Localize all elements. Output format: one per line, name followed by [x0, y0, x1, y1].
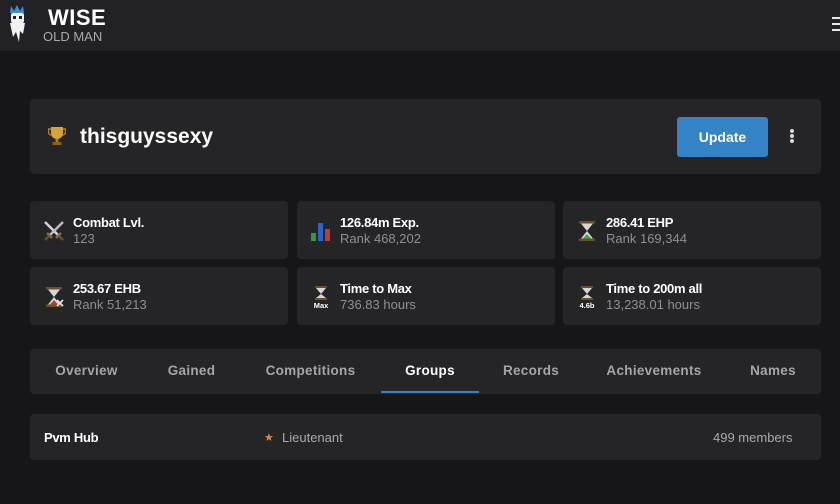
group-member-count: 499 members [713, 430, 793, 445]
tab-records[interactable]: Records [479, 349, 583, 394]
wise-old-man-logo-icon[interactable] [8, 4, 30, 46]
stat-card-ehb: 253.67 EHB Rank 51,213 [30, 267, 288, 325]
bar-chart-icon [311, 223, 330, 241]
stat-card-exp: 126.84m Exp. Rank 468,202 [297, 201, 555, 259]
trophy-icon [48, 127, 66, 145]
player-header: thisguyssexy Update [30, 99, 821, 174]
update-button[interactable]: Update [677, 117, 768, 157]
tab-overview[interactable]: Overview [30, 349, 143, 394]
stat-value: Rank 169,344 [606, 231, 687, 246]
stat-title: 126.84m Exp. [340, 215, 419, 230]
hourglass-badge: Max [314, 301, 329, 309]
swords-icon [44, 221, 64, 241]
tab-competitions[interactable]: Competitions [240, 349, 381, 394]
hourglass-badge: 4.6b [579, 301, 594, 309]
stat-card-ehp: 286.41 EHP Rank 169,344 [563, 201, 821, 259]
player-name: thisguyssexy [80, 125, 214, 148]
hourglass-200m-icon: 4.6b [579, 286, 595, 309]
stat-title: 253.67 EHB [73, 281, 141, 296]
stat-card-time-to-max: Max Time to Max 736.83 hours [297, 267, 555, 325]
tab-gained[interactable]: Gained [143, 349, 240, 394]
profile-tabs: Overview Gained Competitions Groups Reco… [30, 349, 821, 394]
role-star-icon: ★ [264, 432, 274, 444]
stat-value: Rank 51,213 [73, 297, 147, 312]
table-row[interactable]: Pvm Hub ★ Lieutenant 499 members [30, 414, 821, 460]
stat-title: Time to Max [340, 281, 412, 296]
stat-value: 736.83 hours [340, 297, 416, 312]
stat-value: 13,238.01 hours [606, 297, 700, 312]
hourglass-red-icon [46, 287, 64, 307]
hamburger-menu-icon[interactable] [832, 17, 840, 31]
hourglass-max-icon: Max [314, 286, 329, 309]
top-bar: WISE OLD MAN [0, 0, 840, 52]
stat-title: Time to 200m all [606, 281, 703, 296]
stat-value: Rank 468,202 [340, 231, 421, 246]
tab-names[interactable]: Names [725, 349, 821, 394]
stat-card-combat: Combat Lvl. 123 [30, 201, 288, 259]
group-name[interactable]: Pvm Hub [44, 430, 99, 445]
app-subtitle: OLD MAN [43, 29, 103, 44]
group-role: Lieutenant [282, 430, 343, 445]
stat-title: 286.41 EHP [606, 215, 674, 230]
app-title[interactable]: WISE [48, 5, 106, 31]
tab-groups[interactable]: Groups [381, 349, 479, 394]
more-options-icon[interactable] [785, 125, 799, 147]
hourglass-green-icon [579, 221, 595, 241]
stat-title: Combat Lvl. [73, 215, 145, 230]
tab-achievements[interactable]: Achievements [583, 349, 725, 394]
stat-card-time-to-200m: 4.6b Time to 200m all 13,238.01 hours [563, 267, 821, 325]
stat-value: 123 [73, 231, 95, 246]
